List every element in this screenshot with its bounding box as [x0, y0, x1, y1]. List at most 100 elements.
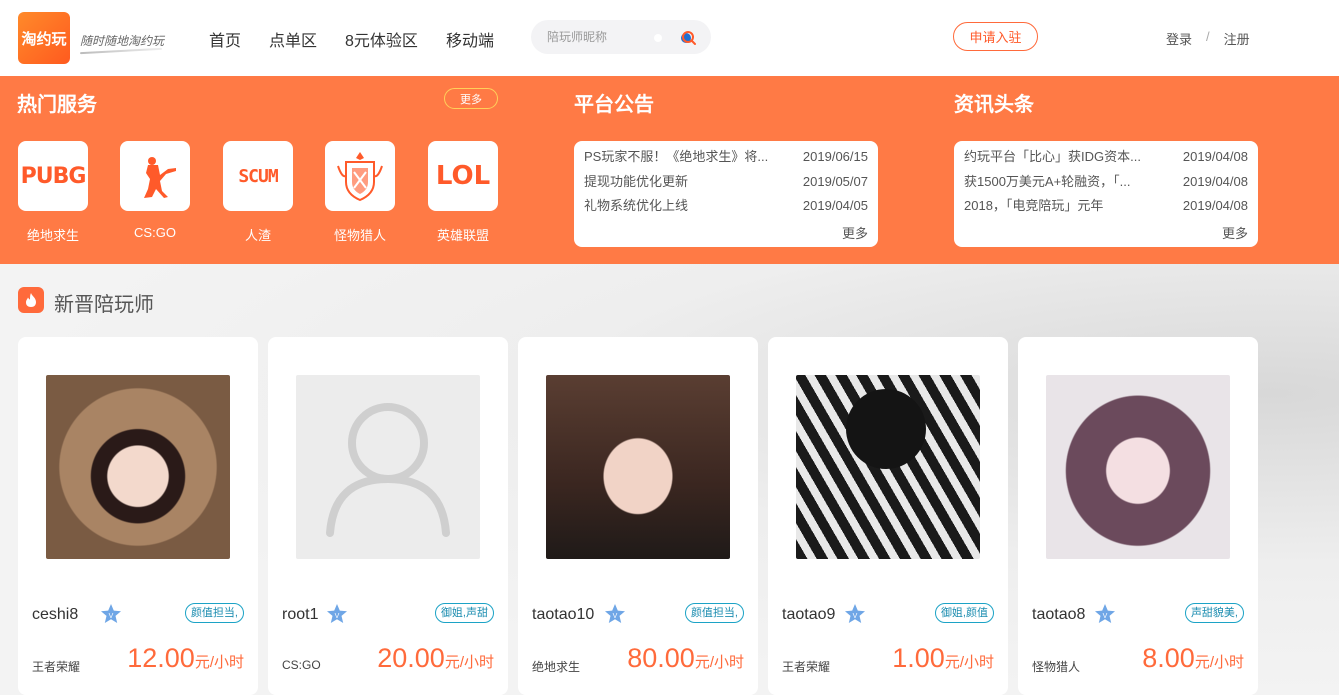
- default-avatar-icon: [296, 375, 480, 559]
- vip-star-icon: V: [1095, 604, 1115, 623]
- news-row[interactable]: 2018，「电竞陪玩」元年 2019/04/08: [964, 197, 1248, 222]
- player-tag: 颜值担当,: [684, 603, 744, 623]
- price-value: 12.00: [127, 643, 195, 673]
- nav-item-trial-zone[interactable]: 8元体验区: [345, 27, 418, 51]
- news-title: 资讯头条: [954, 94, 1034, 116]
- player-avatar: [546, 375, 730, 559]
- price-value: 1.00: [892, 643, 945, 673]
- top-header: 淘约玩 随时随地淘约玩 首页 点单区 8元体验区 移动端 申请入驻 登录 / 注…: [0, 0, 1339, 76]
- svg-text:V: V: [853, 613, 858, 620]
- search-decor-dot: [654, 34, 662, 42]
- nav-item-mobile[interactable]: 移动端: [446, 27, 494, 51]
- register-link[interactable]: 注册: [1224, 29, 1250, 48]
- player-tag: 御姐,声甜: [434, 603, 494, 623]
- player-avatar: [46, 375, 230, 559]
- news-box: 约玩平台「比心」获IDG资本... 2019/04/08 获1500万美元A+轮…: [954, 141, 1258, 247]
- site-logo[interactable]: 淘约玩: [18, 12, 70, 64]
- svg-text:V: V: [109, 613, 114, 620]
- login-link[interactable]: 登录: [1166, 29, 1192, 48]
- player-name: root1: [282, 606, 319, 623]
- player-card[interactable]: ceshi8 V 颜值担当, 王者荣耀 12.00元/小时: [18, 337, 258, 695]
- hot-services-more-button[interactable]: 更多: [444, 88, 498, 109]
- hot-services-title: 热门服务: [17, 94, 97, 116]
- vip-star-icon: V: [605, 604, 625, 623]
- news-more-link[interactable]: 更多: [1222, 223, 1248, 242]
- nav-item-home[interactable]: 首页: [209, 27, 241, 51]
- auth-separator: /: [1206, 29, 1210, 44]
- news-headline: 2018，「电竞陪玩」元年: [964, 198, 1104, 213]
- vip-star-icon: V: [845, 604, 865, 623]
- announcements-title: 平台公告: [574, 94, 654, 116]
- player-name: taotao10: [532, 606, 595, 623]
- game-item-scum[interactable]: SCUM 人渣: [223, 141, 293, 244]
- player-tag: 声甜貌美,: [1184, 603, 1244, 623]
- player-card[interactable]: taotao9 V 御姐,颜值 王者荣耀 1.00元/小时: [768, 337, 1008, 695]
- player-avatar: [1046, 375, 1230, 559]
- nav-item-order-zone[interactable]: 点单区: [269, 27, 317, 51]
- news-row[interactable]: 获1500万美元A+轮融资，「... 2019/04/08: [964, 173, 1248, 198]
- pubg-logo-icon: PUBG: [18, 141, 88, 211]
- news-row[interactable]: 约玩平台「比心」获IDG资本... 2019/04/08: [964, 148, 1248, 173]
- news-headline: 获1500万美元A+轮融资，「...: [964, 173, 1131, 189]
- site-slogan: 随时随地淘约玩: [80, 34, 165, 48]
- player-game: 绝地求生: [532, 660, 581, 674]
- price-unit: 元/小时: [694, 654, 744, 671]
- player-game: 怪物猎人: [1032, 660, 1081, 674]
- announcement-title: 提现功能优化更新: [584, 173, 689, 189]
- apply-join-button[interactable]: 申请入驻: [953, 22, 1038, 51]
- price-value: 8.00: [1142, 643, 1195, 673]
- announcements-more-link[interactable]: 更多: [842, 223, 868, 242]
- vip-star-icon: V: [327, 604, 347, 623]
- game-name: 怪物猎人: [333, 228, 386, 243]
- player-tag: 颜值担当,: [184, 603, 244, 623]
- game-name: 英雄联盟: [436, 228, 489, 243]
- game-item-monster-hunter[interactable]: 怪物猎人: [325, 141, 395, 244]
- announcements-box: PS玩家不服！《绝地求生》将... 2019/06/15 提现功能优化更新 20…: [574, 141, 878, 247]
- announcement-date: 2019/04/05: [802, 198, 868, 213]
- player-avatar: [796, 375, 980, 559]
- game-name: 人渣: [244, 228, 271, 243]
- player-price: 80.00元/小时: [627, 643, 744, 674]
- auth-links: 登录 / 注册: [1166, 29, 1250, 48]
- svg-text:V: V: [613, 613, 618, 620]
- game-item-lol[interactable]: LOL 英雄联盟: [428, 141, 498, 244]
- main-nav: 首页 点单区 8元体验区 移动端: [209, 27, 494, 51]
- game-item-pubg[interactable]: PUBG 绝地求生: [18, 141, 88, 244]
- announcement-row[interactable]: 提现功能优化更新 2019/05/07: [584, 173, 868, 198]
- player-card[interactable]: taotao10 V 颜值担当, 绝地求生 80.00元/小时: [518, 337, 758, 695]
- player-price: 12.00元/小时: [127, 643, 244, 674]
- player-price: 8.00元/小时: [1142, 643, 1244, 674]
- svg-text:V: V: [335, 613, 340, 620]
- player-game: CS:GO: [282, 658, 321, 672]
- price-unit: 元/小时: [1194, 654, 1244, 671]
- announcement-row[interactable]: 礼物系统优化上线 2019/04/05: [584, 197, 868, 222]
- player-card[interactable]: taotao8 V 声甜貌美, 怪物猎人 8.00元/小时: [1018, 337, 1258, 695]
- news-headline: 约玩平台「比心」获IDG资本...: [964, 149, 1141, 164]
- search-box: [531, 20, 711, 54]
- news-date: 2019/04/08: [1182, 173, 1248, 189]
- new-players-title: 新晋陪玩师: [54, 294, 154, 316]
- lol-logo-icon: LOL: [428, 141, 498, 211]
- player-name: taotao8: [1032, 606, 1086, 623]
- scum-logo-icon: SCUM: [223, 141, 293, 211]
- announcement-row[interactable]: PS玩家不服！《绝地求生》将... 2019/06/15: [584, 148, 868, 173]
- price-unit: 元/小时: [944, 654, 994, 671]
- announcement-date: 2019/05/07: [802, 173, 868, 189]
- game-item-csgo[interactable]: CS:GO: [120, 141, 190, 240]
- announcement-date: 2019/06/15: [802, 149, 868, 164]
- search-input[interactable]: [547, 20, 667, 54]
- flame-icon: [18, 287, 44, 313]
- search-icon[interactable]: [679, 29, 697, 47]
- announcement-title: PS玩家不服！《绝地求生》将...: [584, 149, 769, 164]
- player-card[interactable]: root1 V 御姐,声甜 CS:GO 20.00元/小时: [268, 337, 508, 695]
- price-value: 20.00: [377, 643, 445, 673]
- game-name: CS:GO: [134, 225, 176, 240]
- player-name: ceshi8: [32, 606, 79, 623]
- player-tag: 御姐,颜值: [934, 603, 994, 623]
- price-value: 80.00: [627, 643, 695, 673]
- svg-text:V: V: [1103, 613, 1108, 620]
- player-name: taotao9: [782, 606, 836, 623]
- player-price: 20.00元/小时: [377, 643, 494, 674]
- player-game: 王者荣耀: [32, 660, 81, 674]
- announcement-title: 礼物系统优化上线: [584, 198, 689, 213]
